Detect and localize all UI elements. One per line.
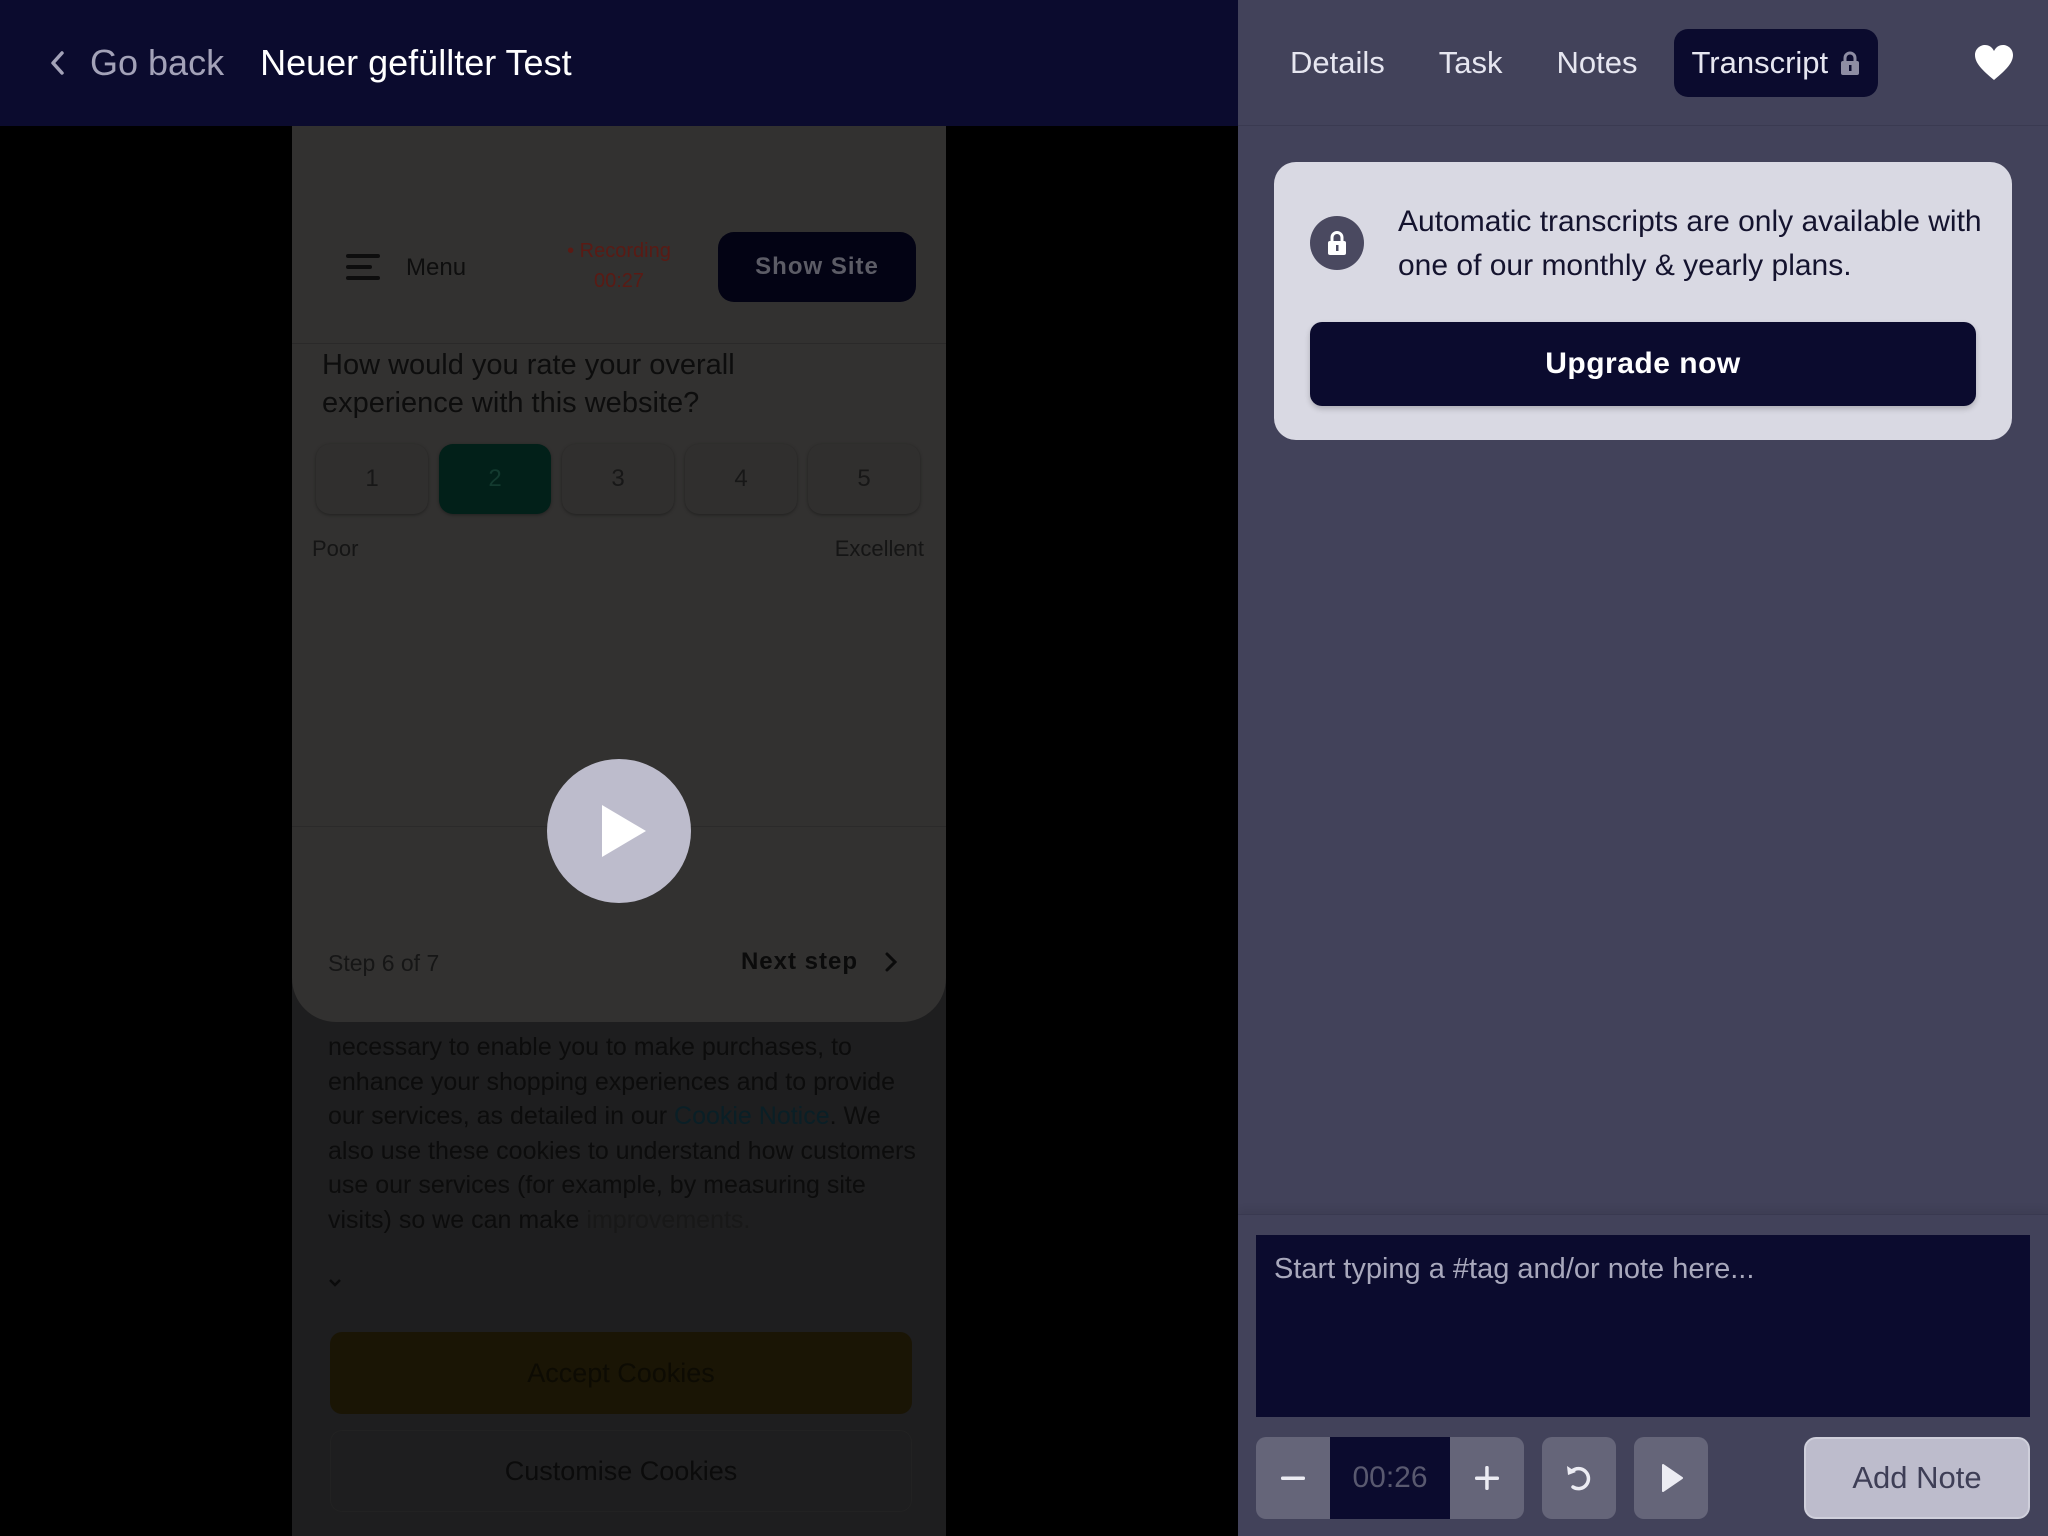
survey-question: How would you rate your overall experien… xyxy=(322,349,735,419)
note-composer: 00:26 Add Note xyxy=(1238,1214,2048,1536)
recording-indicator: • Recording 00:27 xyxy=(554,236,684,296)
tab-details[interactable]: Details xyxy=(1272,31,1403,95)
cookie-notice-link: Cookie Notice xyxy=(674,1102,830,1131)
go-back-button[interactable]: Go back xyxy=(46,42,224,84)
lock-icon xyxy=(1841,51,1860,75)
increase-time-button[interactable] xyxy=(1450,1437,1524,1519)
tab-label: Notes xyxy=(1556,44,1638,80)
add-note-button[interactable]: Add Note xyxy=(1804,1437,2030,1519)
tab-label: Transcript xyxy=(1691,44,1829,80)
scale-low-label: Poor xyxy=(312,536,359,561)
top-bar: Go back Neuer gefüllter Test xyxy=(0,0,1238,126)
hamburger-menu-icon xyxy=(346,254,380,280)
go-back-label: Go back xyxy=(90,42,225,83)
undo-icon xyxy=(1567,1466,1591,1491)
tab-label: Task xyxy=(1438,44,1503,80)
app-root: Go back Neuer gefüllter Test Menu • Reco… xyxy=(0,0,2048,1536)
lock-badge xyxy=(1310,216,1364,270)
next-step-label-group: Next step xyxy=(741,948,898,976)
recording-label: • Recording xyxy=(567,240,671,262)
decrease-time-button[interactable] xyxy=(1256,1437,1330,1519)
notice-lock xyxy=(1310,216,1364,270)
chevron-right-icon xyxy=(885,952,898,972)
notice-message: Automatic transcripts are only available… xyxy=(1398,205,1982,282)
play-icon xyxy=(1662,1464,1683,1492)
rating-option-4: 4 xyxy=(685,444,797,514)
video-area: Go back Neuer gefüllter Test Menu • Reco… xyxy=(0,0,1238,1536)
next-step-label: Next step xyxy=(740,948,858,975)
scale-high-label: Excellent xyxy=(834,536,924,561)
customise-cookies-button: Customise Cookies xyxy=(330,1430,912,1512)
transcript-locked-notice: Automatic transcripts are only available… xyxy=(1274,162,2012,440)
tab-transcript[interactable]: Transcript xyxy=(1673,28,1879,97)
rating-scale: 1 2 3 4 5 xyxy=(316,444,920,514)
note-controls: 00:26 xyxy=(1256,1437,1708,1519)
lock-icon xyxy=(1328,231,1346,255)
timestamp-value: 00:26 xyxy=(1330,1437,1450,1519)
chevron-down-icon xyxy=(329,1279,341,1287)
rating-option-2: 2 xyxy=(439,444,551,514)
rating-option-3: 3 xyxy=(562,444,674,514)
timestamp-stepper: 00:26 xyxy=(1256,1437,1524,1519)
page-title: Neuer gefüllter Test xyxy=(260,42,572,83)
sidebar: Details Task Notes Transcript Automatic … xyxy=(1238,0,2048,1536)
upgrade-now-button[interactable]: Upgrade now xyxy=(1310,322,1976,406)
cookie-notice-text: necessary to enable you to make purchase… xyxy=(328,1030,918,1238)
step-counter: Step 6 of 7 xyxy=(328,950,440,976)
rewind-button[interactable] xyxy=(1542,1437,1616,1519)
rating-option-5: 5 xyxy=(808,444,920,514)
show-site-button: Show Site xyxy=(718,232,916,302)
tab-notes[interactable]: Notes xyxy=(1539,31,1656,95)
play-video-button[interactable] xyxy=(547,759,691,903)
plus-icon xyxy=(1475,1466,1499,1490)
minus-icon xyxy=(1281,1476,1305,1480)
tab-label: Details xyxy=(1290,44,1385,80)
rating-option-1: 1 xyxy=(316,444,428,514)
accept-cookies-button: Accept Cookies xyxy=(330,1332,912,1414)
site-menu-label: Menu xyxy=(406,254,467,281)
sidebar-tabs: Details Task Notes Transcript xyxy=(1238,0,2048,126)
note-input[interactable] xyxy=(1256,1235,2030,1417)
tab-task[interactable]: Task xyxy=(1421,31,1521,95)
heart-icon[interactable] xyxy=(1974,44,2014,82)
recording-time: 00:27 xyxy=(593,270,645,292)
cookie-text-part: improvements. xyxy=(586,1205,751,1234)
chevron-left-icon xyxy=(51,51,64,75)
play-icon xyxy=(602,805,646,857)
play-from-timestamp-button[interactable] xyxy=(1634,1437,1708,1519)
